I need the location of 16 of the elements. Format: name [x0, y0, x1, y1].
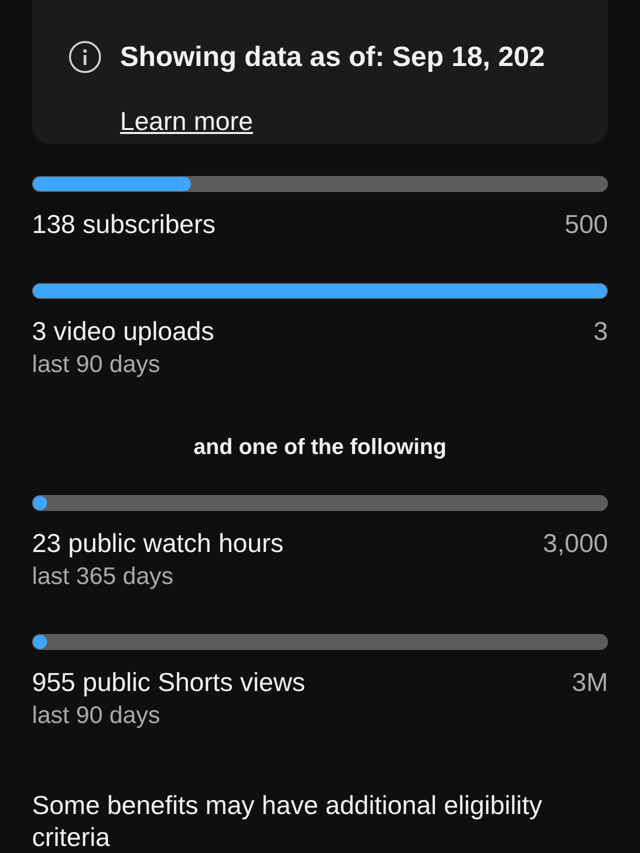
requirement-label: 3 video uploads — [32, 316, 214, 346]
requirement-period: last 90 days — [32, 350, 162, 380]
requirement-label: 23 public watch hours — [32, 528, 284, 558]
requirement-target: 3 — [594, 316, 608, 346]
footnote-text: Some benefits may have additional eligibility criteria — [32, 789, 544, 853]
info-icon — [68, 40, 102, 74]
requirement-period: last 90 days — [32, 701, 162, 731]
requirement-period: last 365 days — [32, 562, 174, 592]
requirement-target: 500 — [564, 209, 608, 239]
learn-more-link[interactable]: Learn more — [120, 102, 253, 141]
requirement-label: 138 subscribers — [32, 209, 216, 239]
requirement-label: 955 public Shorts views — [32, 667, 306, 697]
requirement-target: 3M — [572, 667, 608, 697]
separator-text: and one of the following — [194, 433, 446, 461]
notice-title: Showing data as of: Sep 18, 202 — [120, 40, 545, 74]
requirement-target: 3,000 — [542, 528, 608, 558]
